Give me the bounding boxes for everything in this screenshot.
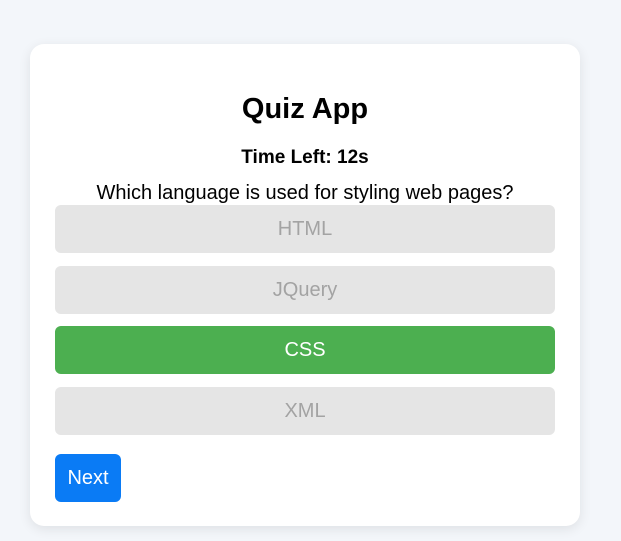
quiz-card: Quiz App Time Left: 12s Which language i… xyxy=(30,44,580,526)
next-button[interactable]: Next xyxy=(55,454,121,502)
app-title: Quiz App xyxy=(241,93,369,125)
option-button-jquery[interactable]: JQuery xyxy=(55,266,555,314)
option-button-html[interactable]: HTML xyxy=(55,205,555,253)
option-button-css[interactable]: CSS xyxy=(55,326,555,374)
timer-text: Time Left: 12s xyxy=(241,147,369,168)
question-text: Which language is used for styling web p… xyxy=(96,182,514,204)
option-button-xml[interactable]: XML xyxy=(55,387,555,435)
